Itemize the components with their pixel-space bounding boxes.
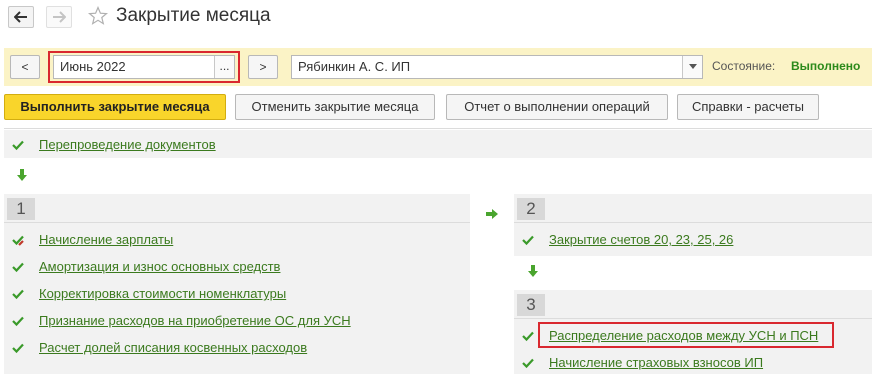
period-picker-button[interactable]: ... [214,56,234,78]
check-icon [522,331,534,342]
next-period-button[interactable]: > [248,55,278,79]
arrow-right-icon [53,11,66,23]
check-icon [522,235,534,246]
arrow-right-icon [486,209,498,219]
back-button[interactable] [8,6,34,28]
step1-number: 1 [7,198,35,220]
insurance-contributions-link[interactable]: Начисление страховых взносов ИП [549,354,763,372]
step3-number: 3 [517,294,545,316]
check-icon [12,289,24,300]
check-icon [12,316,24,327]
cost-adjustment-link[interactable]: Корректировка стоимости номенклатуры [39,285,286,303]
cancel-month-close-button[interactable]: Отменить закрытие месяца [235,94,435,120]
usn-psn-distribution-link[interactable]: Распределение расходов между УСН и ПСН [549,327,818,345]
period-field[interactable]: Июнь 2022 ... [53,55,235,79]
operations-report-button[interactable]: Отчет о выполнении операций [446,94,668,120]
organization-field[interactable]: Рябинкин А. С. ИП [291,55,703,79]
forward-button[interactable] [46,6,72,28]
prev-period-button[interactable]: < [10,55,40,79]
run-month-close-button[interactable]: Выполнить закрытие месяца [4,94,226,120]
check-icon [12,343,24,354]
divider [4,128,872,129]
organization-value: Рябинкин А. С. ИП [298,59,411,74]
star-icon[interactable] [88,6,108,26]
chevron-down-icon [688,64,697,69]
divider [514,318,872,319]
state-value: Выполнено [791,59,861,73]
step2-number: 2 [517,198,545,220]
indirect-costs-shares-link[interactable]: Расчет долей списания косвенных расходов [39,339,307,357]
payroll-link[interactable]: Начисление зарплаты [39,231,173,249]
organization-dropdown-button[interactable] [682,56,702,78]
arrow-down-icon [17,169,27,181]
page-title: Закрытие месяца [116,5,271,26]
close-accounts-link[interactable]: Закрытие счетов 20, 23, 25, 26 [549,231,733,249]
depreciation-link[interactable]: Амортизация и износ основных средств [39,258,280,276]
arrow-left-icon [14,11,27,23]
state-label: Состояние: [712,59,776,73]
period-value: Июнь 2022 [60,59,126,74]
references-button[interactable]: Справки - расчеты [677,94,819,120]
check-icon [522,358,534,369]
check-icon [12,262,24,273]
repost-documents-link[interactable]: Перепроведение документов [39,136,216,154]
divider [4,222,470,223]
arrow-down-icon [528,265,538,277]
divider [514,222,872,223]
fixed-assets-expenses-link[interactable]: Признание расходов на приобретение ОС дл… [39,312,351,330]
check-edited-icon [12,235,24,246]
check-icon [12,140,24,151]
